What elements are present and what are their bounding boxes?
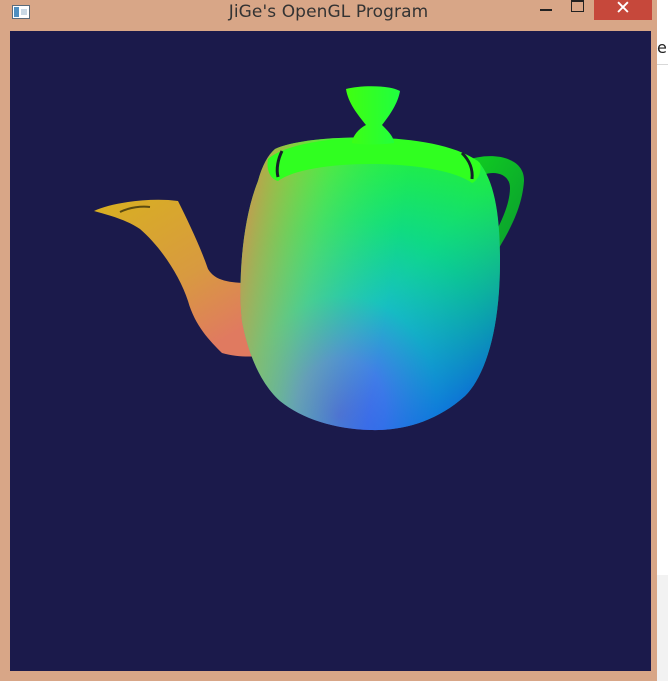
close-icon: ✕ — [615, 0, 631, 19]
title-bar[interactable]: JiGe's OpenGL Program ✕ — [0, 0, 657, 30]
opengl-canvas[interactable] — [10, 31, 651, 671]
background-window-divider — [656, 64, 668, 65]
maximize-icon — [571, 0, 584, 12]
background-window-lower — [656, 575, 668, 681]
desktop: e JiGe's OpenGL Program ✕ — [0, 0, 668, 681]
maximize-button[interactable] — [562, 0, 593, 20]
teapot-lid-knob — [346, 86, 400, 145]
minimize-icon — [540, 9, 552, 11]
opengl-window: JiGe's OpenGL Program ✕ — [0, 0, 657, 681]
teapot-render — [94, 86, 525, 431]
teapot-body-side — [240, 137, 500, 431]
background-window[interactable] — [656, 30, 668, 575]
close-button[interactable]: ✕ — [594, 0, 652, 20]
teapot-spout — [94, 199, 260, 357]
background-window-text: e — [657, 38, 667, 57]
minimize-button[interactable] — [530, 0, 562, 20]
